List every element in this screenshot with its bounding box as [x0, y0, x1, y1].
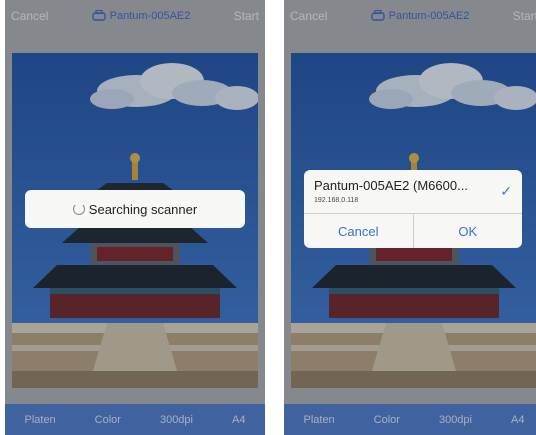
left-phone-screen: Cancel Pantum-005AE2 Start Platen Color …: [5, 0, 265, 435]
start-button[interactable]: Start: [513, 9, 536, 23]
color-option[interactable]: Color: [374, 414, 400, 426]
spinner-icon: [72, 203, 85, 215]
color-option[interactable]: Color: [95, 414, 121, 426]
right-phone-screen: Cancel Pantum-005AE2 Start Platen Color …: [284, 0, 536, 435]
searching-text: Searching scanner: [88, 201, 198, 217]
alert-cancel-button[interactable]: Cancel: [304, 214, 413, 248]
searching-hud: Searching scanner: [25, 190, 245, 228]
cancel-button[interactable]: Cancel: [11, 9, 48, 23]
cancel-button[interactable]: Cancel: [290, 9, 327, 23]
top-bar: Cancel Pantum-005AE2 Start: [5, 0, 265, 32]
scanner-name: Pantum-005AE2: [388, 10, 470, 22]
resolution-option[interactable]: 300dpi: [439, 414, 472, 426]
checkmark-icon: ✓: [500, 183, 512, 199]
scanner-list-item[interactable]: Pantum-005AE2 (M6600... 192.168.0.118 ✓: [304, 170, 522, 214]
alert-buttons: Cancel OK: [304, 214, 522, 248]
scanner-name: Pantum-005AE2: [109, 10, 191, 22]
source-option[interactable]: Platen: [24, 414, 55, 426]
scanner-icon: [91, 10, 106, 21]
bottom-toolbar: Platen Color 300dpi A4: [5, 404, 265, 435]
device-ip: 192.168.0.118: [314, 197, 359, 204]
resolution-option[interactable]: 300dpi: [160, 414, 193, 426]
top-bar: Cancel Pantum-005AE2 Start: [284, 0, 536, 32]
scanner-select-alert: Pantum-005AE2 (M6600... 192.168.0.118 ✓ …: [304, 170, 522, 248]
bottom-toolbar: Platen Color 300dpi A4: [284, 404, 536, 435]
scanner-selector[interactable]: Pantum-005AE2: [370, 10, 470, 22]
scanner-selector[interactable]: Pantum-005AE2: [91, 10, 191, 22]
alert-ok-button[interactable]: OK: [412, 214, 523, 248]
start-button[interactable]: Start: [234, 9, 259, 23]
scanner-icon: [370, 10, 385, 21]
paper-size-option[interactable]: A4: [511, 414, 524, 426]
source-option[interactable]: Platen: [303, 414, 334, 426]
device-name: Pantum-005AE2 (M6600...: [314, 178, 468, 193]
paper-size-option[interactable]: A4: [232, 414, 245, 426]
